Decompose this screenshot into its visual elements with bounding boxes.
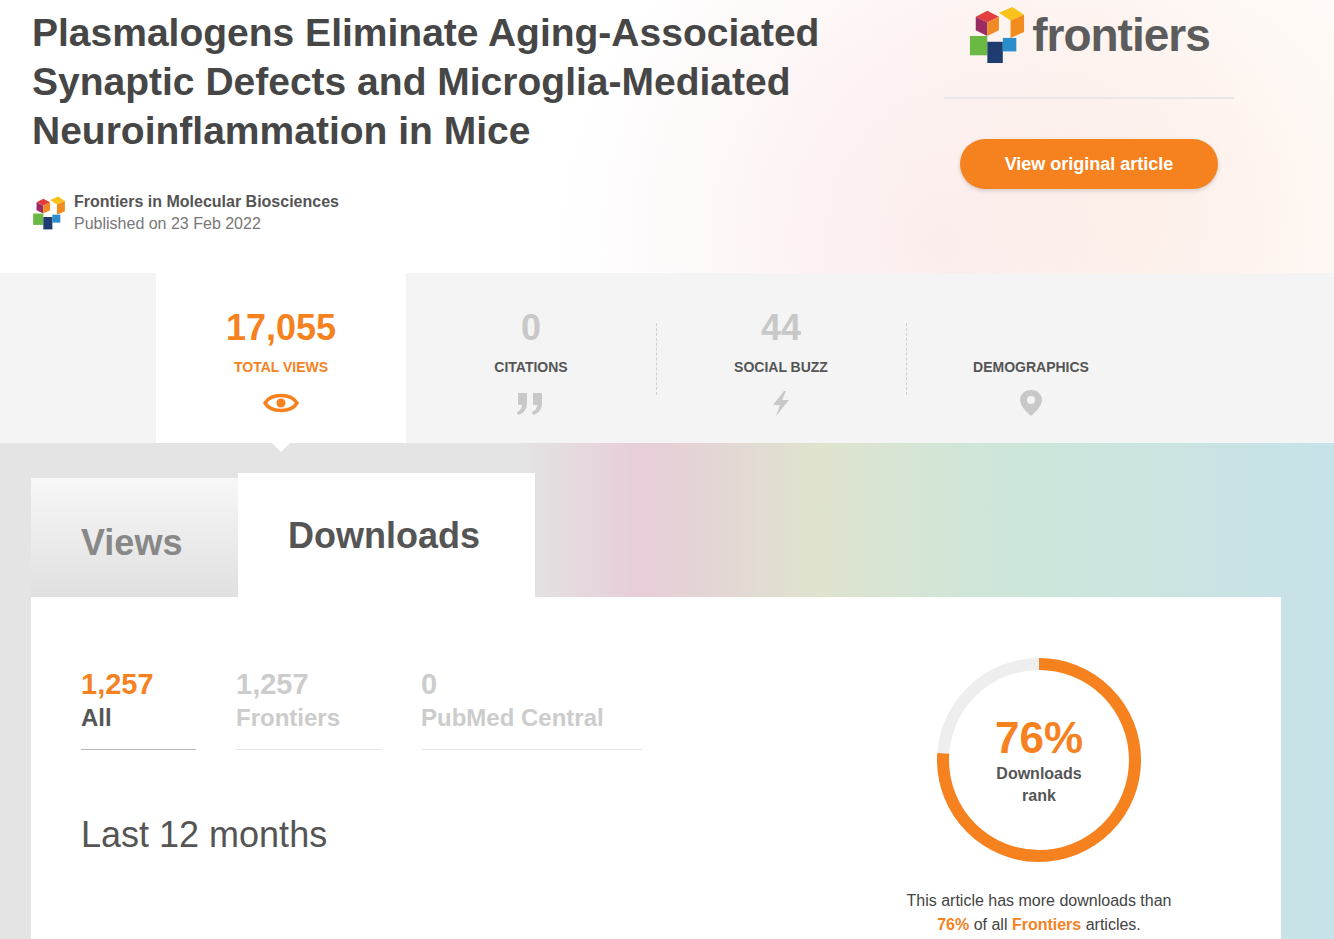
metric-value: 44 xyxy=(761,307,801,349)
frontiers-logo-icon xyxy=(968,2,1026,68)
journal-text: Frontiers in Molecular BiosciencesPublis… xyxy=(74,191,339,235)
metrics-bar: 17,055 TOTAL VIEWS 0 CITATIONS 44 SOCIAL BUZZ… xyxy=(0,273,1334,443)
source-filter[interactable]: 0PubMed Central xyxy=(421,667,643,750)
metric-label: DEMOGRAPHICS xyxy=(973,359,1089,375)
source-filter[interactable]: 1,257Frontiers xyxy=(236,667,381,750)
filter-label: All xyxy=(81,701,196,735)
filter-count: 0 xyxy=(421,667,643,701)
metric-tab[interactable]: 0 CITATIONS xyxy=(406,273,656,443)
map-pin-icon xyxy=(1013,389,1049,417)
metric-value: 17,055 xyxy=(226,307,336,349)
brand-logo[interactable]: frontiers xyxy=(968,0,1210,70)
brand-column: frontiers View original article xyxy=(944,0,1234,273)
filter-label: PubMed Central xyxy=(421,701,643,735)
tab[interactable]: Downloads xyxy=(238,473,535,597)
rank-label: Downloads rank xyxy=(984,763,1094,807)
article-title: Plasmalogens Eliminate Aging-Associated … xyxy=(32,8,912,155)
filter-count: 1,257 xyxy=(81,667,196,701)
donut-label: 76%Downloads rank xyxy=(984,713,1094,807)
header: Plasmalogens Eliminate Aging-Associated … xyxy=(0,0,1334,273)
donut-fill xyxy=(943,664,1135,856)
filter-label: Frontiers xyxy=(236,701,381,735)
published-date: Published on 23 Feb 2022 xyxy=(74,213,339,235)
period-heading: Last 12 months xyxy=(81,814,889,856)
metric-tab[interactable]: DEMOGRAPHICS xyxy=(906,273,1156,443)
view-original-button[interactable]: View original article xyxy=(960,139,1218,189)
tab[interactable]: Views xyxy=(31,478,238,597)
source-filter[interactable]: 1,257All xyxy=(81,667,196,750)
metric-label: TOTAL VIEWS xyxy=(234,359,328,375)
metric-value: 0 xyxy=(521,307,541,349)
metric-tab[interactable]: 44 SOCIAL BUZZ xyxy=(656,273,906,443)
downloads-stats: 1,257All1,257Frontiers0PubMed CentralLas… xyxy=(81,667,889,939)
quote-icon xyxy=(513,389,549,417)
journal-name[interactable]: Frontiers in Molecular Biosciences xyxy=(74,191,339,213)
lightning-icon xyxy=(763,389,799,417)
rank-value: 76% xyxy=(984,713,1094,763)
tab-bar: ViewsDownloads xyxy=(31,473,1281,597)
downloads-panel: 1,257All1,257Frontiers0PubMed CentralLas… xyxy=(31,597,1281,939)
rank-summary: This article has more downloads than76% … xyxy=(906,889,1171,937)
metric-label: CITATIONS xyxy=(494,359,567,375)
rank-card: 76%Downloads rank This article has more d… xyxy=(889,655,1189,939)
separator xyxy=(944,97,1234,99)
donut-track xyxy=(943,664,1135,856)
article-impact-page: Plasmalogens Eliminate Aging-Associated … xyxy=(0,0,1334,939)
detail-area: ViewsDownloads1,257All1,257Frontiers0Pub… xyxy=(0,443,1334,939)
article-info: Plasmalogens Eliminate Aging-Associated … xyxy=(32,0,912,273)
journal-logo-icon xyxy=(32,194,66,232)
rank-donut: 76%Downloads rank xyxy=(934,655,1144,865)
filter-count: 1,257 xyxy=(236,667,381,701)
eye-icon xyxy=(263,389,299,417)
metric-tab[interactable]: 17,055 TOTAL VIEWS xyxy=(156,273,406,443)
journal-row: Frontiers in Molecular BiosciencesPublis… xyxy=(32,191,912,235)
source-filters: 1,257All1,257Frontiers0PubMed Central xyxy=(81,667,889,750)
metric-label: SOCIAL BUZZ xyxy=(734,359,828,375)
brand-name: frontiers xyxy=(1032,10,1210,61)
